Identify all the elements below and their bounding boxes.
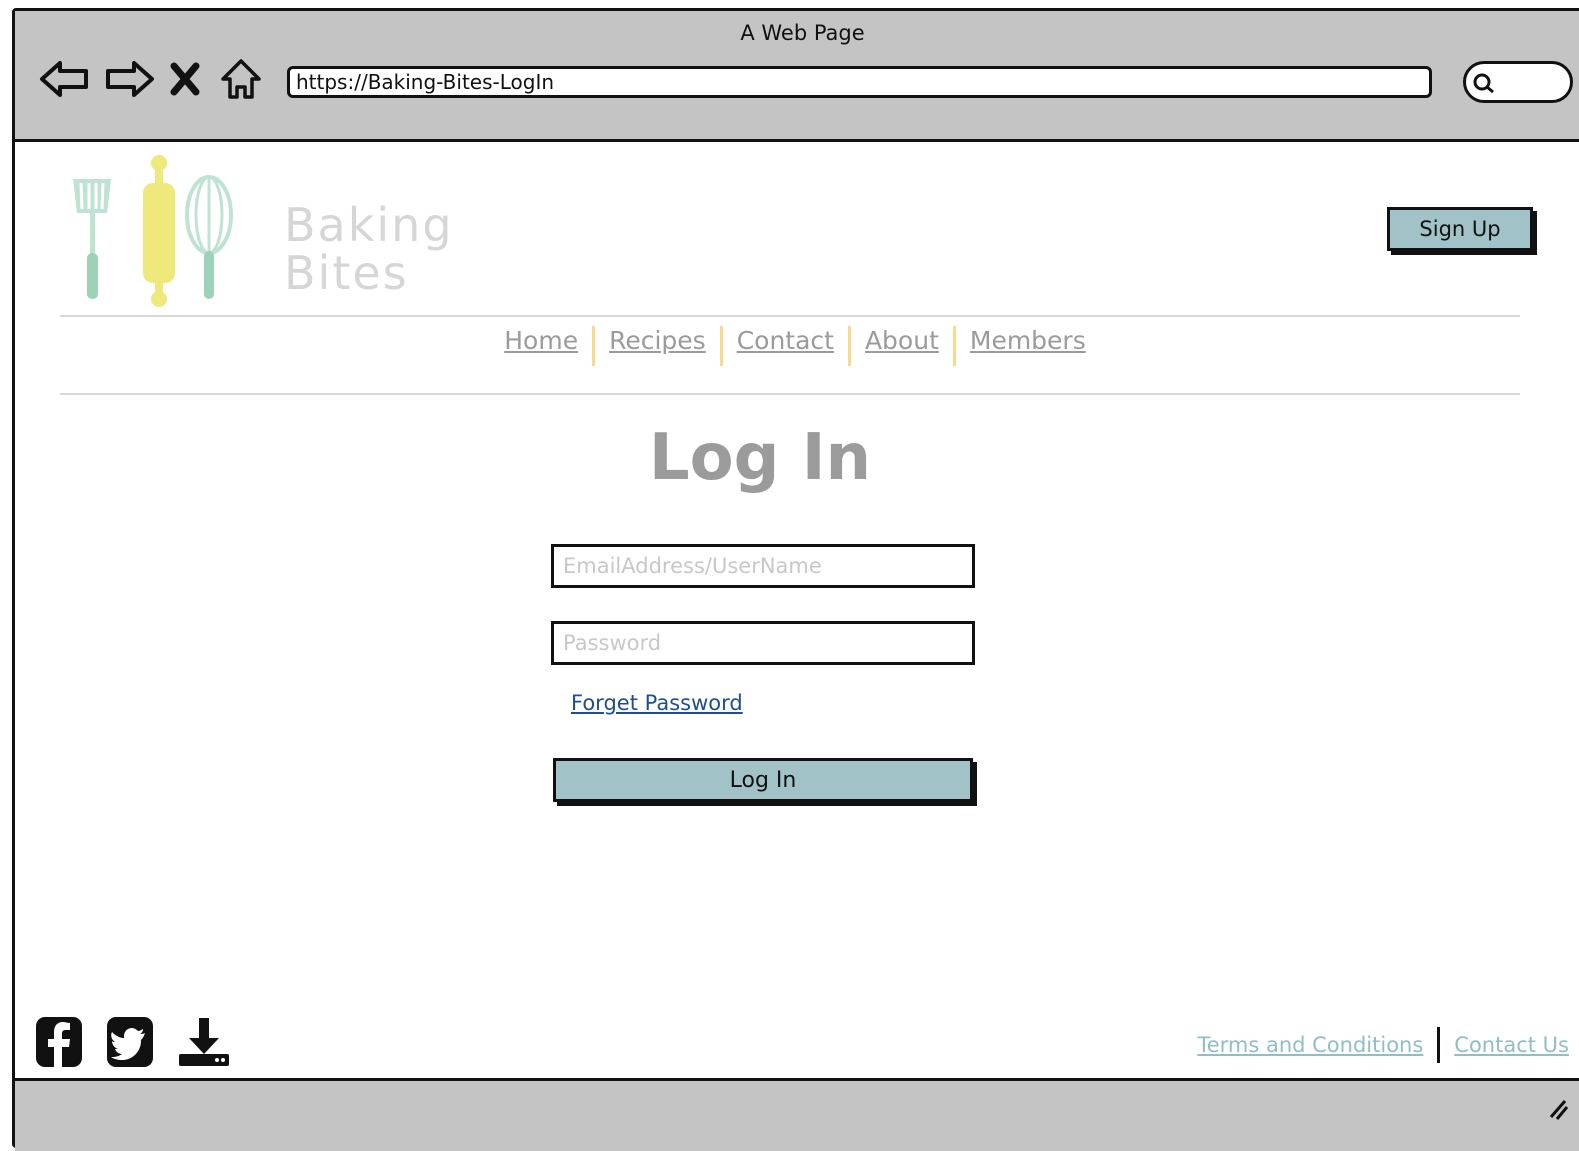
home-icon[interactable] [217, 53, 265, 105]
password-input[interactable] [563, 624, 972, 662]
forward-icon[interactable] [103, 53, 157, 105]
download-icon[interactable] [177, 1016, 235, 1070]
signup-button[interactable]: Sign Up [1387, 207, 1533, 251]
password-field[interactable] [551, 621, 975, 665]
nav-link-about[interactable]: About [851, 326, 953, 366]
nav-link-members[interactable]: Members [956, 326, 1100, 366]
browser-window: A Web Page https://Baking-Bites-LogIn Ba… [12, 8, 1579, 1151]
nav-link-recipes[interactable]: Recipes [595, 326, 720, 366]
header-divider-bottom [60, 393, 1520, 395]
browser-status-bar [15, 1078, 1579, 1151]
url-bar[interactable]: https://Baking-Bites-LogIn [287, 66, 1432, 98]
logo-text: Baking Bites [284, 201, 454, 297]
forgot-password-link[interactable]: Forget Password [571, 691, 743, 715]
page-title: Log In [648, 421, 872, 495]
bakery-tools-icon [73, 155, 233, 307]
login-button[interactable]: Log In [553, 758, 973, 802]
footer-separator [1437, 1027, 1441, 1063]
terms-link[interactable]: Terms and Conditions [1197, 1033, 1423, 1057]
back-icon[interactable] [37, 53, 91, 105]
header-divider-top [60, 315, 1520, 317]
browser-search[interactable] [1463, 61, 1573, 103]
facebook-icon[interactable] [35, 1016, 85, 1070]
browser-chrome: A Web Page https://Baking-Bites-LogIn [15, 11, 1579, 142]
stop-icon[interactable] [165, 53, 205, 105]
window-title: A Web Page [740, 21, 865, 45]
email-field[interactable] [551, 544, 975, 588]
footer-links: Terms and Conditions Contact Us [1197, 1027, 1569, 1063]
logo-text-line2: Bites [284, 246, 409, 300]
logo-text-line1: Baking [284, 198, 454, 252]
resize-grip-icon[interactable] [1547, 1095, 1569, 1121]
nav-link-home[interactable]: Home [490, 326, 592, 366]
site-logo[interactable]: Baking Bites [69, 153, 452, 309]
twitter-icon[interactable] [106, 1016, 156, 1070]
contact-us-link[interactable]: Contact Us [1454, 1033, 1569, 1057]
main-nav: Home Recipes Contact About Members [15, 326, 1575, 366]
search-icon [1473, 73, 1494, 94]
email-input[interactable] [563, 547, 972, 585]
nav-link-contact[interactable]: Contact [723, 326, 848, 366]
